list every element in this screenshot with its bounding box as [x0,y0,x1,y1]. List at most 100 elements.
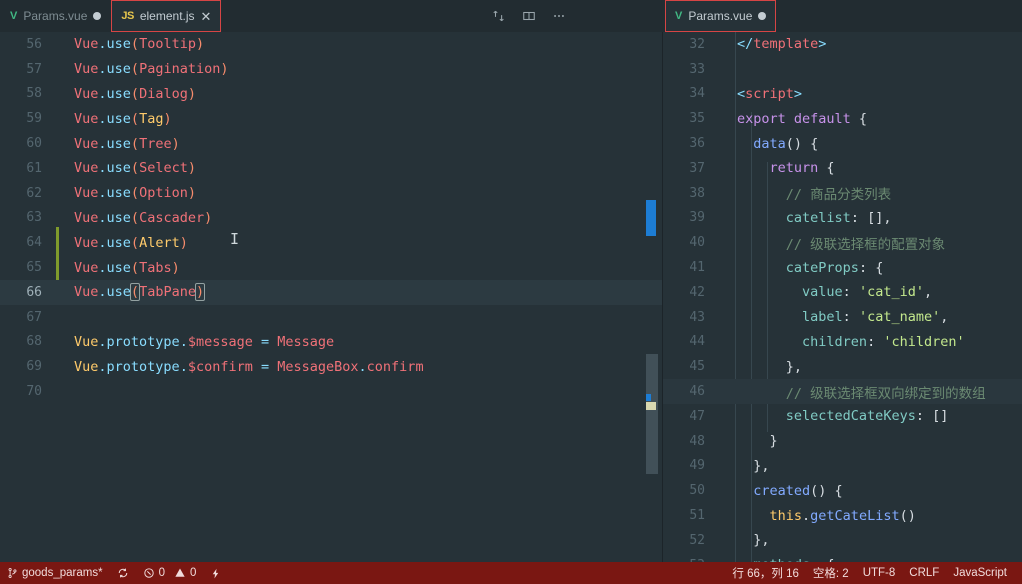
status-cursor-position[interactable]: 行 66，列 16 [725,562,805,584]
code-line[interactable]: 37 return { [663,156,1022,181]
close-icon[interactable]: ✕ [201,10,212,23]
status-git-branch[interactable]: goods_params* [0,562,110,584]
code-line[interactable]: 39 catelist: [], [663,206,1022,231]
code-line[interactable]: 35 export default { [663,106,1022,131]
code-line[interactable]: 38 // 商品分类列表 [663,181,1022,206]
code-line[interactable]: 70 [0,379,662,404]
code-text[interactable]: export default { [721,111,1022,127]
editor-tab-params-vue[interactable]: V Params.vue [665,0,777,32]
editor-tab-element-js[interactable]: JS element.js ✕ [111,0,222,32]
code-line[interactable]: 34 <script> [663,82,1022,107]
code-line[interactable]: 60 Vue.use(Tree) [0,131,662,156]
code-line[interactable]: 62 Vue.use(Option) [0,181,662,206]
status-eol[interactable]: CRLF [902,562,946,584]
code-line[interactable]: 40 // 级联选择框的配置对象 [663,230,1022,255]
code-line[interactable]: 64 Vue.use(Alert) [0,230,662,255]
editor-tab-params-vue[interactable]: V Params.vue [0,0,112,32]
code-line[interactable]: 44 children: 'children' [663,330,1022,355]
code-text[interactable]: </template> [721,36,1022,52]
status-encoding[interactable]: UTF-8 [856,562,903,584]
code-line[interactable]: 53 methods: { [663,553,1022,562]
code-text[interactable]: // 级联选择框的配置对象 [721,233,1022,253]
code-text[interactable]: Vue.use(Tabs) [58,260,662,276]
line-number: 32 [689,36,705,52]
code-text[interactable]: catelist: [], [721,210,1022,226]
code-line[interactable]: 48 } [663,429,1022,454]
toggle-editor-layout-icon[interactable] [488,5,510,27]
tab-dirty-indicator[interactable] [758,12,767,20]
scrollbar-thumb[interactable] [646,354,658,474]
code-line[interactable]: 69 Vue.prototype.$confirm = MessageBox.co… [0,354,662,379]
code-text[interactable]: Vue.prototype.$confirm = MessageBox.conf… [58,359,662,375]
status-indentation[interactable]: 空格: 2 [806,562,856,584]
code-text[interactable]: children: 'children' [721,334,1022,350]
code-text[interactable]: label: 'cat_name', [721,309,1022,325]
code-text[interactable]: // 商品分类列表 [721,183,1022,203]
code-line[interactable]: 42 value: 'cat_id', [663,280,1022,305]
code-content-right[interactable]: 32 </template> 33 34 <script> 35 export defaul… [663,32,1022,562]
code-text[interactable]: data() { [721,136,1022,152]
code-line[interactable]: 49 }, [663,454,1022,479]
code-text[interactable]: this.getCateList() [721,508,1022,524]
code-text[interactable]: selectedCateKeys: [] [721,408,1022,424]
code-line[interactable]: 36 data() { [663,131,1022,156]
code-line[interactable]: 43 label: 'cat_name', [663,305,1022,330]
code-line[interactable]: 52 }, [663,528,1022,553]
code-line[interactable]: 67 [0,305,662,330]
code-line[interactable]: 45 }, [663,354,1022,379]
code-line[interactable]: 63 Vue.use(Cascader) [0,206,662,231]
code-line[interactable]: 33 [663,57,1022,82]
code-text[interactable]: created() { [721,483,1022,499]
code-text[interactable]: Vue.use(Tag) [58,111,662,127]
code-token: }, [753,532,770,549]
code-text[interactable]: cateProps: { [721,260,1022,276]
code-line[interactable]: 47 selectedCateKeys: [] [663,404,1022,429]
code-line[interactable]: 32 </template> [663,32,1022,57]
code-text[interactable]: Vue.use(Select) [58,160,662,176]
code-line[interactable]: 66 Vue.use(TabPane) [0,279,662,305]
code-line[interactable]: 65 Vue.use(Tabs) [0,255,662,280]
code-line[interactable]: 46 // 级联选择框双向绑定到的数组 [663,379,1022,404]
code-text[interactable]: Vue.use(Dialog) [58,86,662,102]
code-text[interactable]: Vue.use(Tooltip) [58,36,662,52]
code-line[interactable]: 58 Vue.use(Dialog) [0,82,662,107]
code-line[interactable]: 41 cateProps: { [663,255,1022,280]
code-text[interactable]: }, [721,359,1022,375]
code-text[interactable]: Vue.use(Cascader) [58,210,662,226]
code-content-left[interactable]: 56 Vue.use(Tooltip) 57 Vue.use(Pagination) 5… [0,32,662,404]
code-text[interactable]: } [721,433,1022,449]
editor-group-right-tabs: V Params.vue [665,0,777,32]
code-token: ( [130,85,140,102]
status-language-mode[interactable]: JavaScript [946,562,1014,584]
code-text[interactable]: Vue.use(Tree) [58,136,662,152]
code-line[interactable]: 59 Vue.use(Tag) [0,106,662,131]
line-number: 68 [26,334,42,350]
tab-dirty-indicator[interactable] [93,12,102,20]
status-sync-button[interactable] [110,562,136,584]
code-text[interactable]: }, [721,532,1022,548]
code-line[interactable]: 56 Vue.use(Tooltip) [0,32,662,57]
more-actions-icon[interactable] [548,5,570,27]
code-line[interactable]: 68 Vue.prototype.$message = Message [0,330,662,355]
code-line[interactable]: 61 Vue.use(Select) [0,156,662,181]
code-text[interactable]: Vue.prototype.$message = Message [58,334,662,350]
editor-pane-left[interactable]: 56 Vue.use(Tooltip) 57 Vue.use(Pagination) 5… [0,32,663,562]
code-line[interactable]: 57 Vue.use(Pagination) [0,57,662,82]
status-problems[interactable]: 0 0 [136,562,204,584]
code-line[interactable]: 50 created() { [663,478,1022,503]
code-text[interactable]: Vue.use(Option) [58,185,662,201]
editor-scrollbar-left[interactable] [645,32,659,562]
code-line[interactable]: 51 this.getCateList() [663,503,1022,528]
code-text[interactable]: <script> [721,86,1022,102]
code-text[interactable]: // 级联选择框双向绑定到的数组 [721,382,1022,402]
status-lightning-button[interactable] [203,562,228,584]
code-text[interactable]: value: 'cat_id', [721,284,1022,300]
code-text[interactable]: Vue.use(Alert) [58,235,662,251]
code-text[interactable]: Vue.use(TabPane) [58,283,662,302]
code-text[interactable]: Vue.use(Pagination) [58,61,662,77]
code-text[interactable]: }, [721,458,1022,474]
code-text[interactable]: return { [721,160,1022,176]
split-editor-icon[interactable] [518,5,540,27]
editor-pane-right[interactable]: 32 </template> 33 34 <script> 35 export defaul… [663,32,1022,562]
